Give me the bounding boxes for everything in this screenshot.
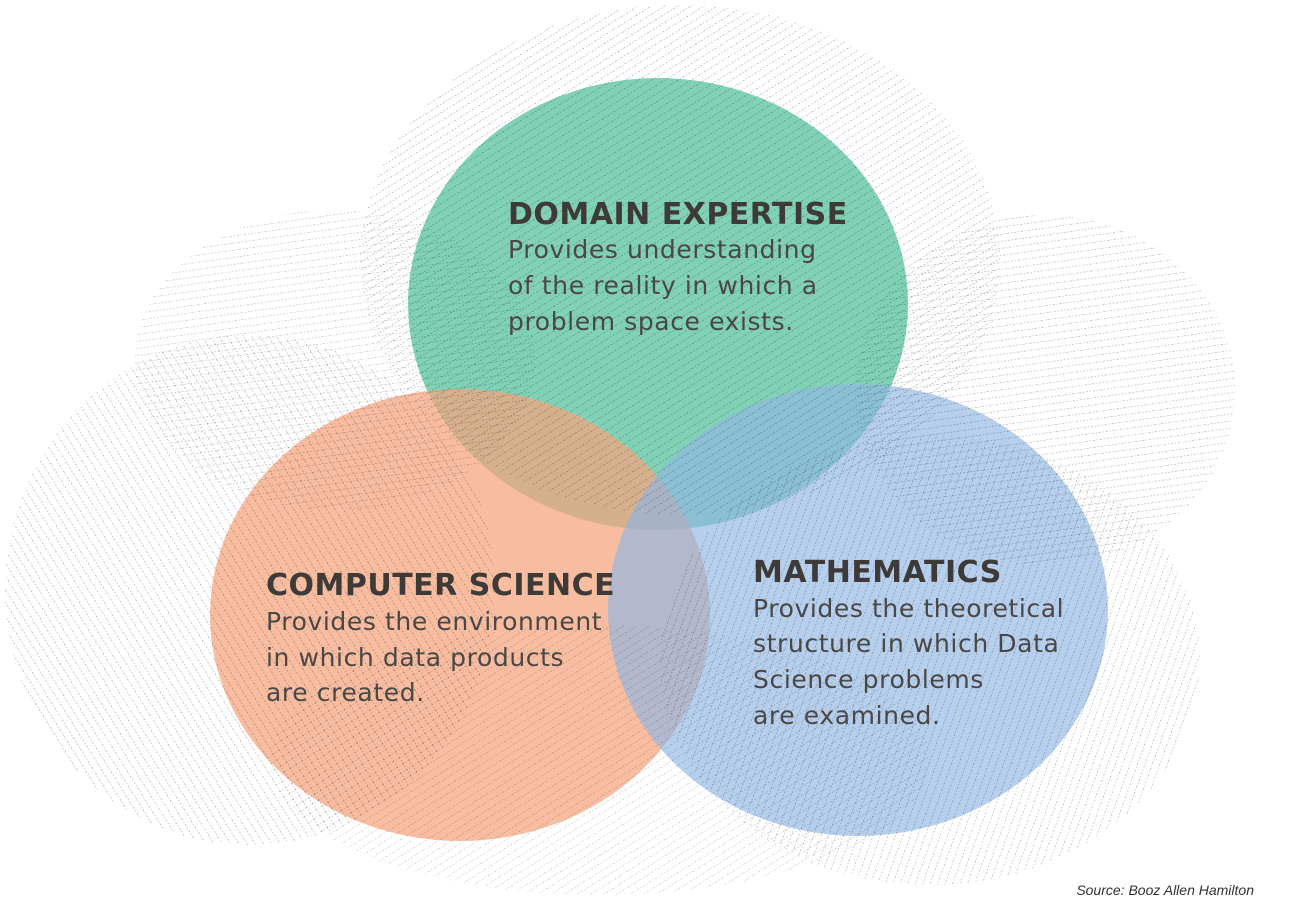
domain-expertise-line-3: problem space exists. (508, 307, 794, 336)
venn-diagram: DOMAIN EXPERTISE Provides understanding … (5, 5, 1254, 898)
mathematics-line-2: structure in which Data (753, 629, 1059, 658)
computer-science-line-3: are created. (266, 678, 425, 707)
mathematics-line-3: Science problems (753, 665, 984, 694)
domain-expertise-line-1: Provides understanding (508, 235, 817, 264)
source-credit: Source: Booz Allen Hamilton (1076, 882, 1254, 898)
computer-science-line-1: Provides the environment (266, 607, 602, 636)
computer-science-line-2: in which data products (266, 643, 564, 672)
mathematics-line-1: Provides the theoretical (753, 594, 1064, 623)
mathematics-line-4: are examined. (753, 701, 941, 730)
computer-science-title: COMPUTER SCIENCE (266, 568, 615, 603)
domain-expertise-title: DOMAIN EXPERTISE (508, 197, 848, 232)
domain-expertise-line-2: of the reality in which a (508, 271, 818, 300)
mathematics-title: MATHEMATICS (753, 555, 1002, 590)
